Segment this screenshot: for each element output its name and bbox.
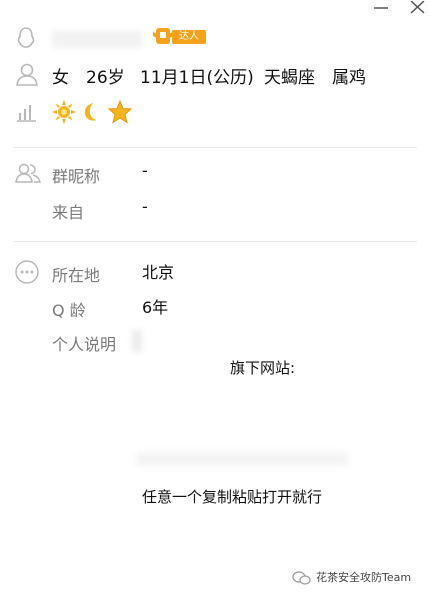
more-info-icon [15,260,39,284]
badge-label: 达人 [172,30,206,44]
blurred-signature-line [132,330,142,352]
signature-line-1: 旗下网站: [230,359,296,377]
watermark-text: 花茶安全攻防Team [316,571,412,584]
close-icon [410,0,425,14]
qq-number-row: 达人 [0,22,429,54]
sun-icon[interactable] [52,100,76,124]
badge-wings-icon [153,28,173,44]
blurred-qq-number [52,30,142,48]
qq-age-label: Q 龄 [52,301,86,320]
divider-2 [14,241,417,242]
minimize-icon [374,7,388,9]
zodiac-text: 天蝎座 [264,68,315,88]
star-icon[interactable] [108,100,132,124]
moon-icon[interactable] [80,101,104,123]
age-text: 26岁 [86,68,125,88]
group-members-icon [15,163,41,183]
close-button[interactable] [406,0,429,14]
divider-1 [14,147,417,148]
penguin-icon [17,27,35,48]
location-label: 所在地 [52,266,101,285]
chinese-zodiac-text: 属鸡 [332,68,366,88]
signature-label: 个人说明 [52,335,117,354]
level-chart-icon [17,105,36,122]
from-label: 来自 [52,203,85,222]
birthday-text: 11月1日(公历) [140,68,254,88]
qq-age-value: 6年 [142,298,169,317]
chat-bubble-icon [292,571,311,585]
person-icon [16,63,38,86]
talent-badge[interactable]: 达人 [152,26,208,46]
blurred-signature-links [136,452,348,466]
from-value: - [142,197,148,216]
signature-line-2: 任意一个复制粘贴打开就行 [142,488,323,506]
gender-text: 女 [52,68,69,88]
group-nickname-label: 群昵称 [52,167,101,186]
group-nickname-value: - [142,161,148,180]
minimize-button[interactable] [370,0,394,14]
location-value: 北京 [142,263,175,282]
